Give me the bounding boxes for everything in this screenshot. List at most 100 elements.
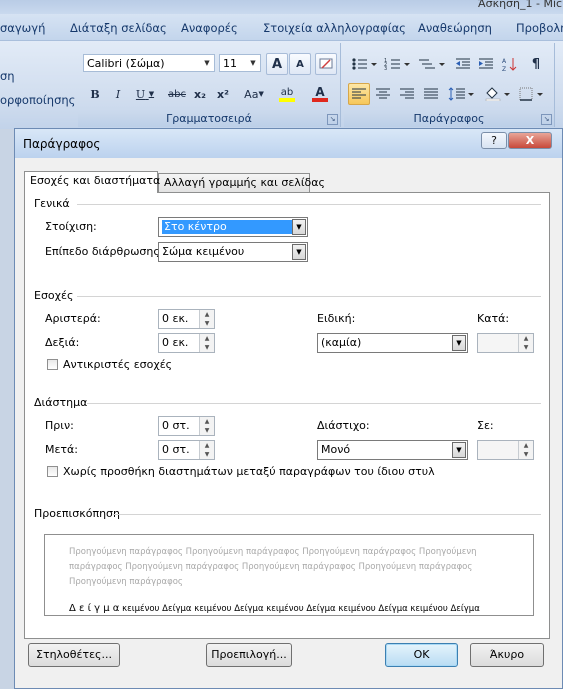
tabs-button-label: Στηλοθέτες...: [36, 648, 112, 661]
spinner-arrows-icon[interactable]: ▲ ▼: [199, 441, 214, 459]
indent-right-spinner[interactable]: 0 εκ. ▲ ▼: [158, 333, 215, 353]
align-right-icon: [400, 88, 414, 99]
outline-level-combo[interactable]: Σώμα κειμένου ▼: [158, 242, 308, 262]
numbering-icon: 123: [384, 58, 410, 71]
mirror-indents-label: Αντικριστές εσοχές: [63, 358, 173, 371]
paragraph-group: 123 AZ ¶ Παράγραφος ↘: [344, 43, 555, 127]
grow-font-button[interactable]: A: [266, 53, 288, 75]
svg-text:A: A: [502, 58, 507, 65]
indent-by-spinner[interactable]: ▲ ▼: [477, 333, 534, 353]
borders-button[interactable]: [516, 83, 548, 105]
preview-sample-lead: Δ ε ί γ μ α: [69, 603, 120, 614]
chevron-down-icon[interactable]: ▼: [292, 244, 306, 260]
tab-references[interactable]: Αναφορές: [181, 21, 238, 35]
underline-button[interactable]: U ▼: [130, 83, 160, 105]
svg-text:3: 3: [384, 66, 387, 71]
align-right-button[interactable]: [396, 83, 418, 105]
spinner-arrows-icon[interactable]: ▲ ▼: [199, 310, 214, 328]
chevron-down-icon[interactable]: ▼: [452, 335, 466, 351]
align-center-button[interactable]: [372, 83, 394, 105]
shrink-font-button[interactable]: A: [289, 53, 311, 75]
line-spacing-combo[interactable]: Μονό ▼: [317, 440, 468, 460]
help-button[interactable]: ?: [481, 132, 507, 149]
no-space-same-style-checkbox[interactable]: [47, 466, 58, 477]
justify-button[interactable]: [420, 83, 442, 105]
spacing-after-spinner[interactable]: 0 στ. ▲ ▼: [158, 440, 215, 460]
tab-indents-and-spacing-label: Εσοχές και διαστήματα: [30, 174, 161, 187]
change-case-button[interactable]: Aa ▼: [238, 83, 270, 105]
alignment-combo[interactable]: Στο κέντρο ▼: [158, 217, 308, 237]
format-painter-fragment[interactable]: ορφοποίησης: [0, 93, 75, 107]
sort-button[interactable]: AZ: [499, 53, 521, 75]
strikethrough-icon: abc: [168, 88, 186, 100]
chevron-down-icon[interactable]: ▼: [292, 219, 306, 235]
tab-line-and-page-breaks[interactable]: Αλλαγή γραμμής και σελίδας: [158, 173, 325, 193]
font-size-combo[interactable]: 11 ▼: [219, 54, 261, 72]
chevron-down-icon[interactable]: ▼: [247, 56, 259, 70]
multilevel-list-button[interactable]: [415, 53, 449, 75]
font-name-combo[interactable]: Calibri (Σώμα) ▼: [83, 54, 215, 72]
spacing-before-spinner[interactable]: 0 στ. ▲ ▼: [158, 416, 215, 436]
tab-review[interactable]: Αναθεώρηση: [418, 21, 492, 35]
line-spacing-button[interactable]: [445, 83, 477, 105]
increase-indent-button[interactable]: [475, 53, 497, 75]
highlight-color-bar: [279, 97, 295, 102]
indent-left-spinner[interactable]: 0 εκ. ▲ ▼: [158, 309, 215, 329]
bullets-button[interactable]: [348, 53, 380, 75]
preview-sample-rest: κειμένου Δείγμα κειμένου Δείγμα κειμένου…: [119, 604, 480, 614]
font-color-button[interactable]: A: [304, 83, 336, 105]
spacing-before-value: 0 στ.: [162, 419, 190, 432]
numbering-button[interactable]: 123: [381, 53, 413, 75]
shading-button[interactable]: [481, 83, 513, 105]
tabs-button[interactable]: Στηλοθέτες...: [28, 643, 120, 667]
decrease-indent-button[interactable]: [452, 53, 474, 75]
spinner-arrows-icon[interactable]: ▲ ▼: [199, 417, 214, 435]
highlighter-icon: ab: [280, 86, 294, 98]
line-spacing-icon: [448, 87, 474, 101]
spinner-arrows-icon[interactable]: ▲ ▼: [518, 441, 533, 459]
font-color-bar: [312, 98, 328, 102]
chevron-down-icon[interactable]: ▼: [452, 442, 466, 458]
ok-button[interactable]: OK: [385, 643, 458, 667]
cancel-button[interactable]: Άκυρο: [470, 643, 544, 667]
subscript-button[interactable]: x₂: [189, 83, 211, 105]
subscript-icon: x₂: [194, 87, 206, 101]
tab-insert[interactable]: σαγωγή: [0, 21, 45, 35]
italic-button[interactable]: I: [107, 83, 129, 105]
special-indent-combo[interactable]: (καμία) ▼: [317, 333, 468, 353]
indentation-heading: Εσοχές: [34, 289, 74, 302]
highlight-button[interactable]: ab: [271, 83, 303, 105]
tab-indents-and-spacing[interactable]: Εσοχές και διαστήματα: [24, 171, 161, 193]
clear-formatting-button[interactable]: [315, 53, 337, 75]
tab-page-layout[interactable]: Διάταξη σελίδας: [70, 21, 167, 35]
paint-bucket-icon: [485, 87, 510, 101]
clipboard-fragment[interactable]: ση: [0, 69, 15, 83]
show-formatting-button[interactable]: ¶: [524, 53, 548, 75]
spinner-arrows-icon[interactable]: ▲ ▼: [518, 334, 533, 352]
bold-icon: B: [90, 87, 100, 101]
special-indent-label: Ειδική:: [317, 312, 356, 325]
tab-mailings[interactable]: Στοιχεία αλληλογραφίας: [263, 21, 406, 35]
font-dialog-launcher-icon[interactable]: ↘: [327, 114, 338, 125]
set-as-default-button[interactable]: Προεπιλογή...: [206, 643, 292, 667]
tab-view[interactable]: Προβολή: [516, 21, 563, 35]
dialog-titlebar[interactable]: Παράγραφος ? X: [15, 129, 562, 158]
mirror-indents-checkbox[interactable]: [47, 359, 58, 370]
bold-button[interactable]: B: [84, 83, 106, 105]
ok-label: OK: [413, 648, 430, 661]
strikethrough-button[interactable]: abc: [164, 83, 190, 105]
superscript-button[interactable]: x²: [212, 83, 234, 105]
svg-text:Z: Z: [502, 66, 506, 72]
paragraph-dialog-launcher-icon[interactable]: ↘: [541, 114, 552, 125]
chevron-down-icon[interactable]: ▼: [201, 56, 213, 70]
font-group-label: Γραμματοσειρά: [78, 112, 340, 127]
increase-indent-icon: [479, 58, 493, 69]
close-button[interactable]: X: [508, 132, 552, 149]
bullets-icon: [352, 58, 377, 70]
align-left-icon: [352, 88, 366, 99]
spinner-arrows-icon[interactable]: ▲ ▼: [199, 334, 214, 352]
align-left-button[interactable]: [348, 83, 370, 105]
change-case-icon: Aa: [244, 87, 259, 101]
spacing-at-spinner[interactable]: ▲ ▼: [477, 440, 534, 460]
line-spacing-label: Διάστιχο:: [317, 419, 370, 432]
